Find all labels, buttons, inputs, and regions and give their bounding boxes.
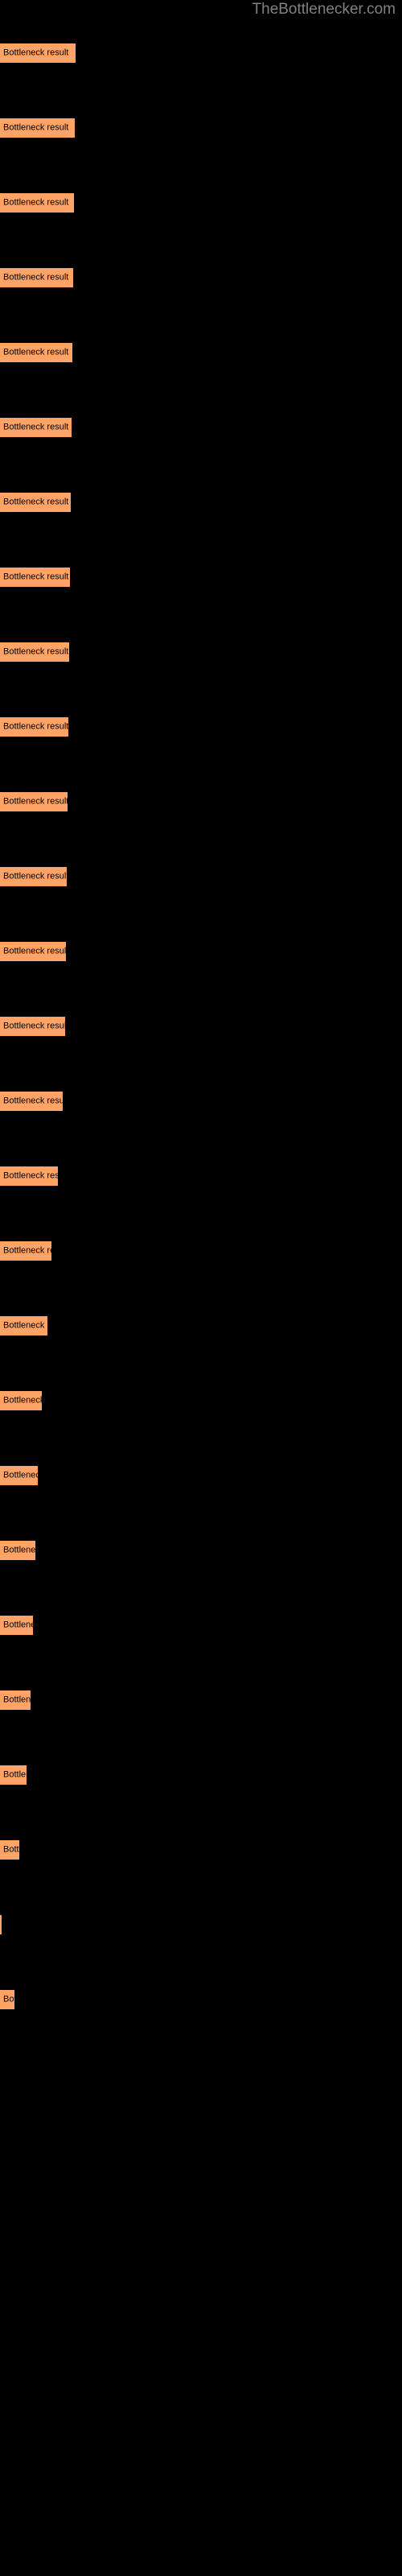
- chart-plot-area: Bottleneck result Bottleneck result Bottle…: [0, 0, 402, 2576]
- bar-label: Bottleneck result: [3, 347, 69, 357]
- bar-label: Bottleneck result: [3, 871, 67, 881]
- bar-label-clip: Bottleneck result: [0, 1540, 35, 1561]
- bar-row: Bottleneck result: [0, 43, 402, 64]
- bar-label-clip: Bottleneck result: [0, 1016, 65, 1037]
- bar-label: Bottleneck result: [3, 1021, 65, 1031]
- bar-row: Bottleneck result: [0, 267, 402, 288]
- bar-label-clip: Bottleneck result: [0, 417, 72, 438]
- bar-label: Bottleneck result: [3, 1470, 38, 1480]
- bottleneck-chart-root: TheBottlenecker.com Bottleneck result Bot…: [0, 0, 402, 2576]
- bar-row: Bottleneck result: [0, 492, 402, 513]
- bar-label: Bottleneck result: [3, 646, 69, 657]
- bar-label: Bottleneck result: [3, 1545, 35, 1555]
- bar-label-clip: Bottleneck result: [0, 567, 70, 588]
- bar-label-clip: Bottleneck result: [0, 1989, 14, 2010]
- bar-label-clip: Bottleneck result: [0, 1690, 31, 1711]
- bar-row: Bottleneck result: [0, 1241, 402, 1261]
- bar-label: Bottleneck result: [3, 1170, 58, 1181]
- bar-row: Bottleneck result: [0, 1914, 402, 1935]
- bar-row: Bottleneck result: [0, 1315, 402, 1336]
- bar-row: Bottleneck result: [0, 1166, 402, 1187]
- bar-label-clip: Bottleneck result: [0, 941, 66, 962]
- bar-row: Bottleneck result: [0, 791, 402, 812]
- bar-label-clip: Bottleneck result: [0, 192, 74, 213]
- bar-label: Bottleneck result: [3, 1769, 27, 1780]
- bar-row: Bottleneck result: [0, 192, 402, 213]
- bar-label-clip: Bottleneck result: [0, 1390, 42, 1411]
- bar-label-clip: Bottleneck result: [0, 1166, 58, 1187]
- bar-label-clip: Bottleneck result: [0, 642, 69, 663]
- bar-label: Bottleneck result: [3, 572, 69, 582]
- bar-label: Bottleneck result: [3, 197, 69, 208]
- bar-row: Bottleneck result: [0, 642, 402, 663]
- bar-row: Bottleneck result: [0, 1839, 402, 1860]
- bar-row: Bottleneck result: [0, 1465, 402, 1486]
- bar-label: Bottleneck result: [3, 1096, 63, 1106]
- bar-label-clip: Bottleneck result: [0, 1765, 27, 1785]
- bar-row: Bottleneck result: [0, 866, 402, 887]
- bar-row: Bottleneck result: [0, 941, 402, 962]
- bar-label-clip: Bottleneck result: [0, 267, 73, 288]
- bar-label: Bottleneck result: [3, 796, 68, 807]
- bar-label-clip: Bottleneck result: [0, 791, 68, 812]
- bar-label: Bottleneck result: [3, 1620, 33, 1630]
- bar-row: Bottleneck result: [0, 1765, 402, 1785]
- bar-row: Bottleneck result: [0, 1390, 402, 1411]
- bar-label-clip: Bottleneck result: [0, 716, 68, 737]
- bar-label-clip: Bottleneck result: [0, 342, 72, 363]
- bar-row: Bottleneck result: [0, 342, 402, 363]
- bar-row: Bottleneck result: [0, 1989, 402, 2010]
- bar-label-clip: Bottleneck result: [0, 118, 75, 138]
- bar-label: Bottleneck result: [3, 122, 69, 133]
- bar-label: Bottleneck result: [3, 1695, 31, 1705]
- bar-label-clip: Bottleneck result: [0, 1615, 33, 1636]
- bar-label: Bottleneck result: [3, 1320, 47, 1331]
- bar-row: Bottleneck result: [0, 1540, 402, 1561]
- bar-row: Bottleneck result: [0, 716, 402, 737]
- bar-label-clip: Bottleneck result: [0, 1914, 2, 1935]
- bar-label: Bottleneck result: [3, 1245, 51, 1256]
- bar-row: Bottleneck result: [0, 118, 402, 138]
- bar-label-clip: Bottleneck result: [0, 1241, 51, 1261]
- bar-row: Bottleneck result: [0, 417, 402, 438]
- bar-label-clip: Bottleneck result: [0, 492, 71, 513]
- bar-row: Bottleneck result: [0, 1016, 402, 1037]
- bar-label: Bottleneck result: [3, 497, 69, 507]
- bar-label-clip: Bottleneck result: [0, 1315, 47, 1336]
- bar-label: Bottleneck result: [3, 47, 69, 58]
- bar-label: Bottleneck result: [3, 272, 69, 283]
- bar-row: Bottleneck result: [0, 1690, 402, 1711]
- bar-label-clip: Bottleneck result: [0, 43, 76, 64]
- bar-label-clip: Bottleneck result: [0, 1839, 19, 1860]
- bar-label: Bottleneck result: [3, 946, 66, 956]
- bar-label-clip: Bottleneck result: [0, 1091, 63, 1112]
- bar-label: Bottleneck result: [3, 422, 69, 432]
- bar-label-clip: Bottleneck result: [0, 1465, 38, 1486]
- bar-label: Bottleneck result: [3, 721, 68, 732]
- bar-label-clip: Bottleneck result: [0, 866, 67, 887]
- bar-label: Bottleneck result: [3, 1395, 42, 1406]
- bar-row: Bottleneck result: [0, 567, 402, 588]
- bar-label: Bottleneck result: [3, 1994, 14, 2004]
- bar-row: Bottleneck result: [0, 1615, 402, 1636]
- bar-row: Bottleneck result: [0, 1091, 402, 1112]
- bar-label: Bottleneck result: [3, 1844, 19, 1855]
